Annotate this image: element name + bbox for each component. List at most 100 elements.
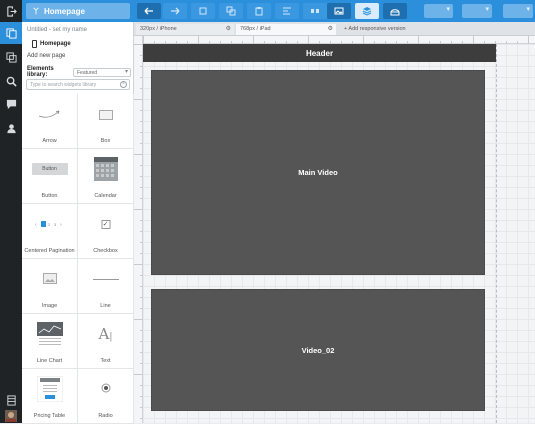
checkbox-widget-icon: ✓ (101, 220, 110, 229)
widget-label: Box (100, 138, 111, 144)
video-02-block[interactable]: Video_02 (151, 289, 485, 411)
header-block[interactable]: Header (143, 44, 496, 62)
responsive-tabs: 320px / iPhone ⚙ 768px / iPad ⚙ + Add re… (134, 22, 535, 36)
zoom-dropdown[interactable] (424, 4, 453, 18)
main-video-block[interactable]: Main Video (151, 70, 485, 275)
box-widget-icon (98, 110, 113, 120)
search-icon[interactable] (0, 70, 22, 92)
project-title[interactable]: Untitled - set my name (27, 27, 87, 33)
image-button[interactable] (327, 3, 351, 19)
add-responsive-version-button[interactable]: + Add responsive version (340, 24, 420, 35)
arrow-widget-icon (38, 110, 59, 118)
stack-icon (362, 7, 372, 16)
tab-ipad[interactable]: 768px / iPad ⚙ (236, 24, 336, 35)
page-list-item-label: Homepage (40, 41, 71, 47)
design-canvas[interactable]: Header Main Video Video_02 (143, 44, 535, 423)
widget-centered-pagination[interactable]: ‹ 2 3 › Centered Pagination (22, 204, 78, 259)
archive-icon[interactable] (0, 389, 22, 411)
ruler-tick (363, 36, 364, 44)
pricing-table-widget-icon (36, 376, 63, 402)
widget-calendar[interactable]: Calendar (78, 149, 134, 204)
share-dropdown[interactable] (462, 4, 492, 18)
copy-icon (226, 6, 236, 16)
avatar[interactable] (0, 409, 22, 423)
tab-iphone[interactable]: 320px / iPhone ⚙ (136, 24, 234, 35)
redo-button[interactable] (163, 3, 187, 19)
page-boundary-guide (496, 44, 497, 423)
library-select[interactable]: Featured (73, 67, 131, 77)
svg-text:‹: ‹ (35, 222, 37, 228)
top-toolbar: Homepage (22, 0, 535, 22)
paste-button[interactable] (247, 3, 271, 19)
ruler-tick (418, 36, 419, 44)
layers-icon[interactable] (0, 46, 22, 68)
svg-text:›: › (60, 222, 62, 228)
preview-button[interactable] (383, 3, 407, 19)
widget-pricing-table[interactable]: Pricing Table (22, 369, 78, 424)
button-widget-preview: Button (31, 163, 68, 175)
pagination-widget-icon: ‹ 2 3 › (35, 221, 62, 228)
widget-button[interactable]: Button Button (22, 149, 78, 204)
line-chart-widget-icon (36, 322, 63, 345)
phone-icon (32, 40, 37, 48)
widget-line[interactable]: Line (78, 259, 134, 314)
ruler-tick (134, 44, 143, 45)
ruler-tick (134, 264, 143, 265)
ruler-tick (143, 36, 144, 44)
distribute-button[interactable] (303, 3, 327, 19)
gear-icon[interactable]: ⚙ (328, 24, 333, 35)
widget-search-placeholder: Type to search widgets library (30, 82, 97, 88)
cut-icon (199, 7, 207, 15)
video-02-label: Video_02 (301, 345, 335, 355)
widget-label: Pricing Table (33, 413, 66, 419)
library-label: Elements library: (27, 66, 54, 78)
widget-label: Calendar (94, 193, 117, 199)
align-icon (283, 7, 291, 15)
gear-icon[interactable]: ⚙ (226, 24, 231, 35)
user-icon[interactable] (0, 117, 22, 139)
svg-text:3: 3 (54, 222, 57, 227)
widget-label: Button (41, 193, 58, 199)
widget-box[interactable]: Box (78, 94, 134, 149)
page-selector[interactable]: Homepage (26, 3, 130, 19)
clear-search-icon[interactable]: × (120, 81, 127, 88)
widget-label: Line Chart (36, 358, 63, 364)
undo-button[interactable] (137, 3, 161, 19)
page-selector-label: Homepage (44, 6, 85, 16)
widget-text[interactable]: A| Text (78, 314, 134, 369)
layers-button[interactable] (355, 3, 379, 19)
text-widget-icon: A| (98, 325, 113, 343)
left-rail (0, 0, 22, 423)
align-button[interactable] (275, 3, 299, 19)
ruler-tick (473, 36, 474, 44)
ruler-tick (134, 154, 143, 155)
pages-icon[interactable] (0, 22, 22, 44)
widget-label: Radio (98, 413, 113, 419)
horizontal-ruler (143, 36, 535, 44)
widget-label: Centered Pagination (24, 248, 75, 254)
ruler-tick (308, 36, 309, 44)
radio-widget-icon (101, 383, 110, 393)
calendar-widget-icon (93, 157, 118, 181)
tab-label: 320px / iPhone (140, 26, 177, 32)
widget-checkbox[interactable]: ✓ Checkbox (78, 204, 134, 259)
ruler-tick (198, 36, 199, 44)
copy-button[interactable] (219, 3, 243, 19)
widget-arrow[interactable]: Arrow (22, 94, 78, 149)
cut-button[interactable] (191, 3, 215, 19)
exit-icon[interactable] (0, 0, 22, 22)
main-video-label: Main Video (298, 168, 338, 177)
widget-radio[interactable]: Radio (78, 369, 134, 424)
widget-label: Line (100, 303, 111, 309)
widget-line-chart[interactable]: Line Chart (22, 314, 78, 369)
comments-icon[interactable] (0, 93, 22, 115)
tab-label: 768px / iPad (240, 26, 271, 32)
page-list-item[interactable]: Homepage (32, 40, 71, 48)
widget-search-input[interactable]: Type to search widgets library × (26, 79, 130, 90)
widget-panel: Untitled - set my name Homepage Add new … (22, 22, 134, 424)
add-page-link[interactable]: Add new page (27, 53, 65, 59)
svg-text:2: 2 (48, 222, 51, 227)
ruler-tick (134, 374, 143, 375)
settings-dropdown[interactable] (503, 4, 533, 18)
widget-image[interactable]: Image (22, 259, 78, 314)
